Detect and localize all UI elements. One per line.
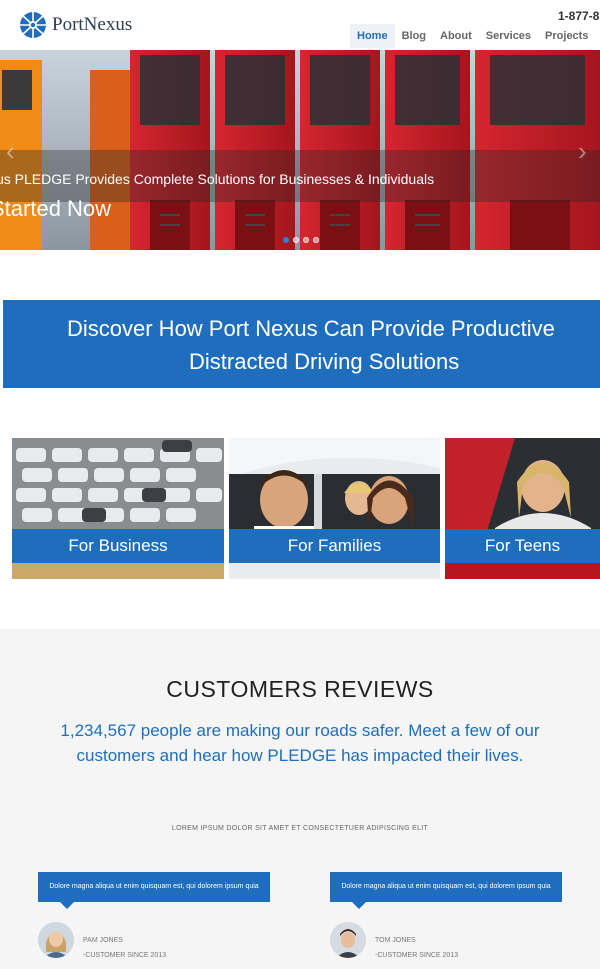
slider-dots (283, 237, 319, 243)
globe-logo-icon (20, 12, 46, 38)
card-teens[interactable]: For Teens (445, 438, 600, 579)
site-header: PortNexus 1-877-8 Home Blog About Servic… (0, 0, 600, 50)
slider-dot[interactable] (293, 237, 299, 243)
section-tagline: LOREM IPSUM DOLOR SIT AMET ET CONSECTETU… (171, 825, 429, 832)
nav-item-about[interactable]: About (433, 24, 479, 48)
man-avatar-icon (330, 922, 366, 958)
section-title: CUSTOMERS REVIEWS (166, 676, 434, 702)
avatar (38, 922, 74, 958)
review-quote: Dolore magna aliqua ut enim quisquam est… (38, 872, 270, 902)
avatar (330, 922, 366, 958)
banner-line-1: Discover How Port Nexus Can Provide Prod… (67, 316, 555, 341)
page: PortNexus 1-877-8 Home Blog About Servic… (0, 0, 600, 969)
logo[interactable]: PortNexus (18, 10, 132, 40)
nav-item-services[interactable]: Services (479, 24, 538, 48)
reviewer-since: -CUSTOMER SINCE 2013 (375, 952, 459, 959)
discover-banner: Discover How Port Nexus Can Provide Prod… (3, 300, 600, 388)
phone-number: 1-877-8 (558, 9, 600, 23)
woman-avatar-icon (38, 922, 74, 958)
hero-cta-text[interactable]: Started Now (0, 196, 111, 222)
nav-item-contact[interactable]: Co (595, 24, 600, 48)
review-quote: Dolore magna aliqua ut enim quisquam est… (330, 872, 562, 902)
card-label: For Families (229, 529, 440, 563)
nav-item-home[interactable]: Home (350, 24, 395, 48)
reviewer-since: -CUSTOMER SINCE 2013 (83, 952, 167, 959)
customer-reviews-section: CUSTOMERS REVIEWS 1,234,567 people are m… (0, 629, 600, 969)
reviewer-name: TOM JONES (375, 937, 416, 944)
card-label: For Business (12, 529, 224, 563)
hero-caption: us PLEDGE Provides Complete Solutions fo… (0, 171, 435, 187)
nav-item-blog[interactable]: Blog (395, 24, 433, 48)
quote-tail (60, 902, 74, 909)
main-nav: Home Blog About Services Projects Co (350, 24, 600, 48)
slider-dot[interactable] (283, 237, 289, 243)
slider-dot[interactable] (303, 237, 309, 243)
slider-dot[interactable] (313, 237, 319, 243)
brand-name: PortNexus (52, 14, 133, 35)
reviewer-name: PAM JONES (83, 937, 123, 944)
card-families[interactable]: For Families (229, 438, 440, 579)
banner-line-2: Distracted Driving Solutions (189, 349, 460, 374)
hero-slider: us PLEDGE Provides Complete Solutions fo… (0, 50, 600, 250)
section-subtitle: 1,234,567 people are making our roads sa… (60, 721, 540, 765)
card-business[interactable]: For Business (12, 438, 224, 579)
chevron-left-icon[interactable]: ‹ (6, 136, 15, 167)
card-label: For Teens (445, 529, 600, 563)
quote-tail (352, 902, 366, 909)
nav-item-projects[interactable]: Projects (538, 24, 595, 48)
chevron-right-icon[interactable]: › (578, 136, 587, 167)
